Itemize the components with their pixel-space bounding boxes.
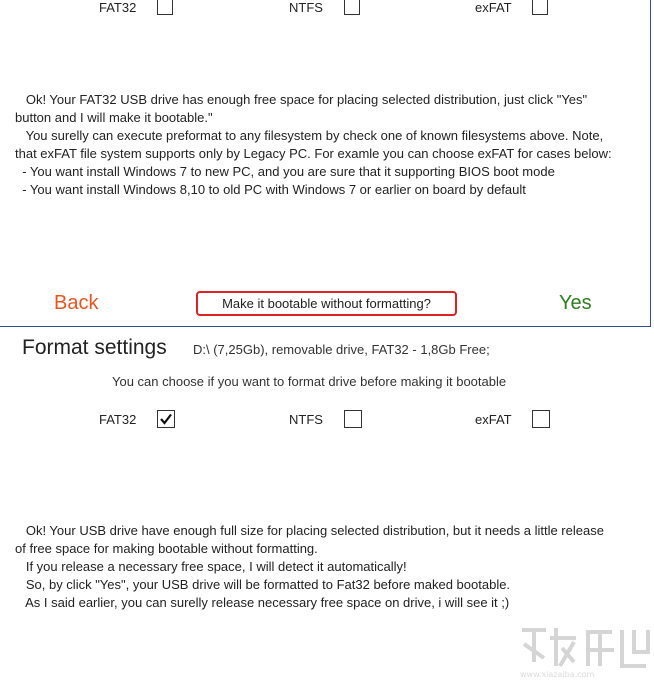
message-line: You surelly can execute preformat to any… bbox=[15, 128, 604, 143]
fat32-checkbox[interactable] bbox=[157, 410, 175, 428]
watermark-text: www.xiazaiba.com bbox=[520, 670, 594, 679]
make-bootable-label: Make it bootable without formatting? bbox=[222, 296, 431, 311]
exfat-checkbox[interactable] bbox=[532, 0, 548, 15]
make-bootable-without-formatting-button[interactable]: Make it bootable without formatting? bbox=[196, 291, 457, 316]
ntfs-label: NTFS bbox=[289, 0, 323, 15]
format-settings-heading: Format settings bbox=[22, 336, 167, 359]
ntfs-checkbox[interactable] bbox=[344, 0, 360, 15]
fat32-checkbox[interactable] bbox=[157, 0, 173, 15]
watermark-logo: www.xiazaiba.com bbox=[516, 622, 652, 680]
exfat-label: exFAT bbox=[475, 0, 512, 15]
exfat-checkbox[interactable] bbox=[532, 410, 550, 428]
exfat-label: exFAT bbox=[475, 412, 512, 427]
message-line: If you release a necessary free space, I… bbox=[15, 559, 407, 574]
message-line: - You want install Windows 8,10 to old P… bbox=[15, 182, 526, 197]
section-divider bbox=[0, 326, 650, 327]
ntfs-label: NTFS bbox=[289, 412, 323, 427]
message-line: Ok! Your FAT32 USB drive has enough free… bbox=[15, 92, 588, 107]
message-line: Ok! Your USB drive have enough full size… bbox=[15, 523, 604, 538]
panel-border bbox=[650, 0, 651, 327]
ntfs-checkbox[interactable] bbox=[344, 410, 362, 428]
message-line: of free space for making bootable withou… bbox=[15, 541, 318, 556]
checkmark-icon bbox=[160, 413, 172, 425]
watermark-glyph-icon: www.xiazaiba.com bbox=[520, 628, 650, 679]
fat32-label: FAT32 bbox=[99, 412, 137, 427]
fat32-label: FAT32 bbox=[99, 0, 137, 15]
message-line: - You want install Windows 7 to new PC, … bbox=[15, 164, 555, 179]
message-line: So, by click "Yes", your USB drive will … bbox=[15, 577, 511, 592]
message-line: that exFAT file system supports only by … bbox=[15, 146, 612, 161]
drive-info: D:\ (7,25Gb), removable drive, FAT32 - 1… bbox=[193, 342, 490, 357]
yes-button[interactable]: Yes bbox=[559, 292, 592, 315]
back-button[interactable]: Back bbox=[54, 292, 98, 315]
message-line: button and I will make it bootable." bbox=[15, 110, 213, 125]
format-hint: You can choose if you want to format dri… bbox=[112, 374, 507, 389]
message-line: As I said earlier, you can surelly relea… bbox=[15, 595, 510, 610]
